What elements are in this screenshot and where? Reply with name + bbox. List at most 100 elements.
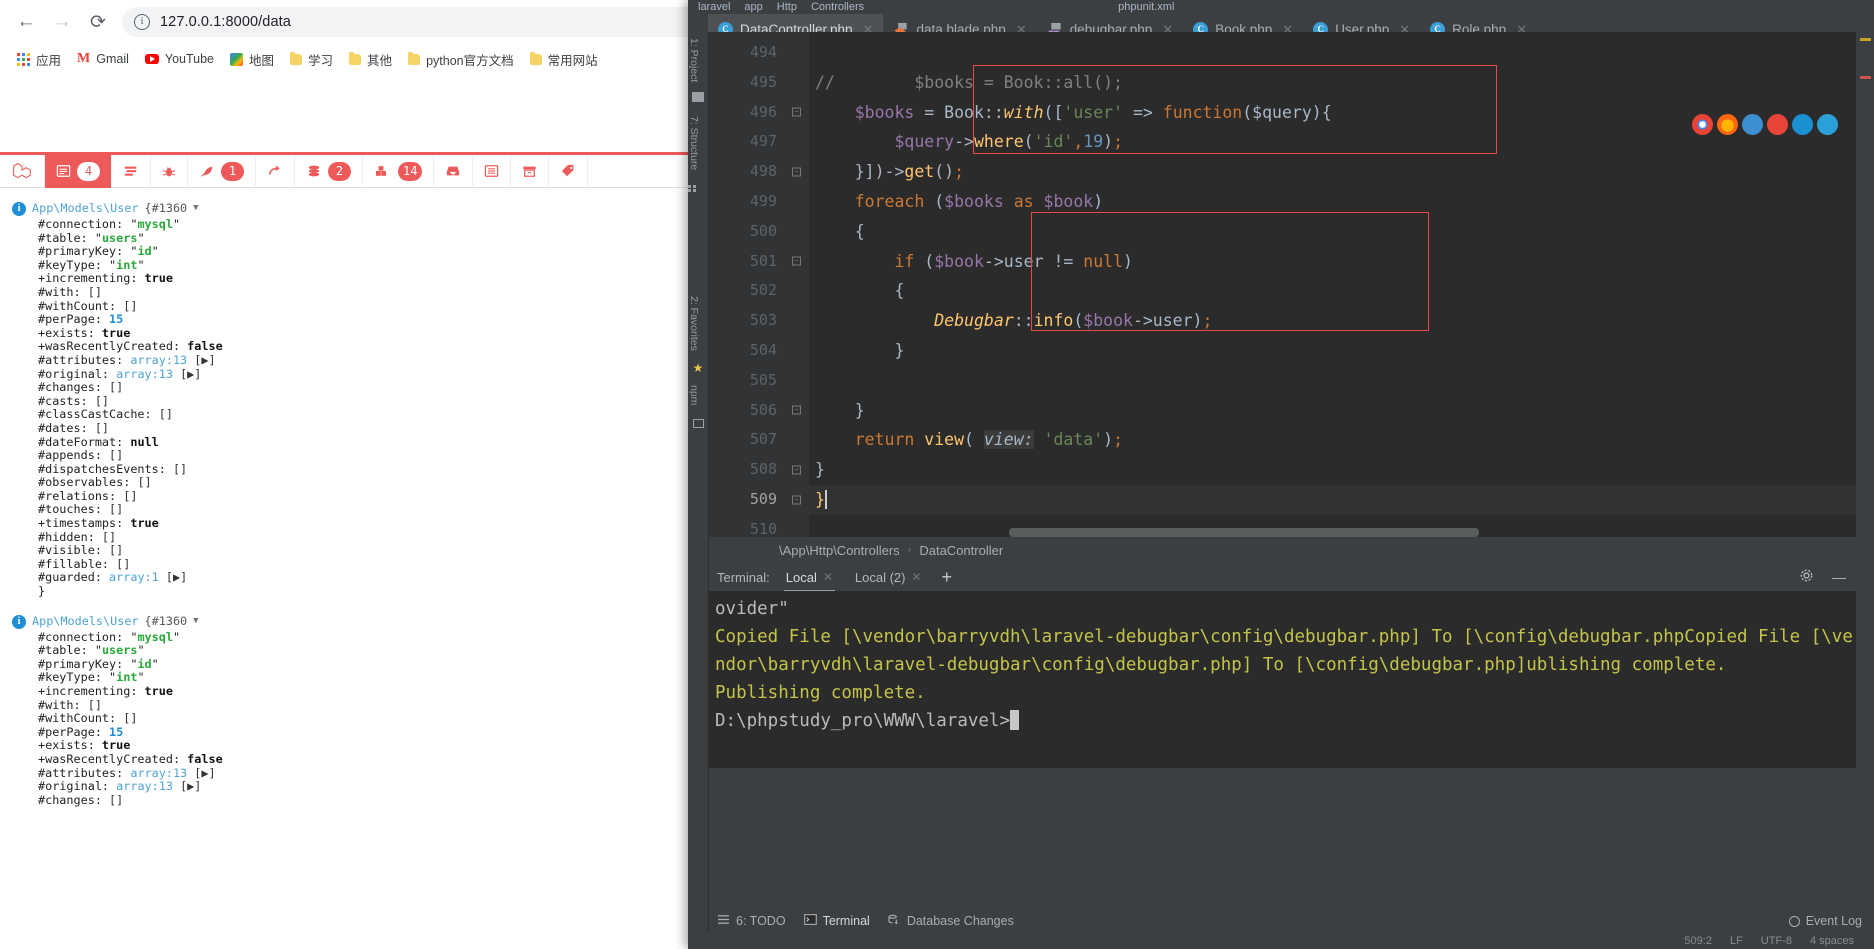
bookmark-youtube[interactable]: YouTube	[138, 49, 221, 69]
tool-window-npm[interactable]: npm	[688, 381, 700, 409]
code-token: ->	[954, 132, 974, 152]
opera-icon[interactable]	[1742, 114, 1763, 135]
address-bar[interactable]: i 127.0.0.1:8000/data	[122, 7, 702, 37]
new-terminal-button[interactable]: +	[942, 567, 953, 588]
debugbar-laravel-logo[interactable]	[0, 154, 45, 188]
code-line[interactable]	[809, 38, 1856, 68]
status-database-changes[interactable]: Database Changes	[888, 914, 1014, 928]
code-line[interactable]: }])->get();	[809, 157, 1856, 187]
code-line[interactable]: return view( view: 'data');	[809, 425, 1856, 455]
terminal-label: Terminal:	[717, 569, 770, 585]
tool-window-project[interactable]: 1: Project	[688, 34, 700, 86]
code-line[interactable]: foreach ($books as $book)	[809, 187, 1856, 217]
chevron-down-icon[interactable]: ▼	[193, 615, 198, 629]
gear-icon[interactable]	[1799, 568, 1822, 586]
indent-setting[interactable]: 4 spaces	[1810, 935, 1854, 947]
close-icon[interactable]: ✕	[823, 570, 833, 584]
debugbar-tab-mails[interactable]	[434, 154, 474, 188]
code-line[interactable]: }	[809, 396, 1856, 426]
debugbar-tab-views[interactable]: 1	[188, 154, 256, 188]
code-token: as	[1013, 191, 1034, 211]
terminal-output[interactable]: ovider" Copied File [\vendor\barryvdh\lar…	[709, 591, 1856, 768]
event-log-button[interactable]: Event Log	[1788, 914, 1862, 928]
editor-horizontal-scrollbar[interactable]	[1009, 528, 1479, 537]
bookmark-gmail[interactable]: M Gmail	[70, 48, 136, 70]
back-button[interactable]: ←	[8, 4, 44, 40]
breadcrumb[interactable]: \App\Http\Controllers › DataController	[709, 537, 1856, 563]
forward-button[interactable]: →	[44, 4, 80, 40]
status-terminal[interactable]: Terminal	[803, 914, 870, 928]
site-info-icon[interactable]: i	[134, 14, 150, 30]
debugbar-tab-session[interactable]	[511, 154, 550, 188]
debugbar-tab-queries[interactable]: 2	[295, 154, 363, 188]
chrome-icon[interactable]	[1692, 114, 1713, 135]
warning-marker[interactable]	[1860, 38, 1871, 41]
bookmark-folder-other[interactable]: 其他	[342, 47, 399, 72]
line-separator[interactable]: LF	[1730, 935, 1743, 947]
apps-grid-icon	[17, 52, 30, 66]
code-fold-icon[interactable]: −	[792, 167, 801, 177]
code-fold-icon[interactable]: −	[792, 465, 801, 475]
debugbar-tab-messages[interactable]: 4	[45, 154, 112, 188]
edge-legacy-icon[interactable]	[1792, 114, 1813, 135]
code-line[interactable]: }	[809, 484, 1856, 515]
tool-window-favorites[interactable]: 2: Favorites	[688, 292, 700, 355]
bookmark-folder-python-docs[interactable]: python官方文档	[401, 47, 521, 72]
archive-icon	[522, 164, 537, 178]
bookmark-maps[interactable]: 地图	[223, 47, 281, 72]
code-line[interactable]: }	[809, 455, 1856, 485]
messages-icon	[56, 164, 71, 178]
debugbar-tab-exceptions[interactable]	[151, 154, 188, 188]
line-number: 507	[749, 430, 777, 449]
editor-right-rail[interactable]	[1856, 32, 1874, 537]
terminal-tab-local-2[interactable]: Local (2) ✕	[849, 567, 928, 588]
event-log-icon	[1788, 915, 1800, 927]
code-line[interactable]: // $books = Book::all();	[809, 68, 1856, 98]
file-encoding[interactable]: UTF-8	[1761, 935, 1792, 947]
code-line[interactable]: {	[809, 276, 1856, 306]
browser-icon[interactable]	[1767, 114, 1788, 135]
code-fold-icon[interactable]: −	[792, 107, 801, 117]
code-token: $books	[944, 191, 1004, 211]
minimize-icon[interactable]: —	[1832, 569, 1856, 585]
chevron-down-icon[interactable]: ▼	[193, 202, 198, 216]
bookmark-apps[interactable]: 应用	[10, 47, 68, 72]
code-editor[interactable]: 494 495 496− 497 498− 499 500 501− 502 503 504 505 5…	[709, 32, 1856, 538]
code-line[interactable]: Debugbar::info($book->user);	[809, 306, 1856, 336]
bookmark-folder-study[interactable]: 学习	[283, 47, 340, 72]
edge-icon[interactable]	[1817, 114, 1838, 135]
code-fold-icon[interactable]: −	[792, 256, 801, 266]
code-fold-icon[interactable]: −	[792, 405, 801, 415]
terminal-tab-local[interactable]: Local ✕	[780, 567, 839, 592]
caret-position[interactable]: 509:2	[1684, 935, 1712, 947]
code-line[interactable]: }	[809, 336, 1856, 366]
code-token: ;	[1202, 311, 1213, 331]
debugbar-tab-request[interactable]	[473, 154, 512, 188]
code-token: !=	[1053, 251, 1084, 271]
phpstorm-window: laravel app Http Controllers phpunit.xml…	[688, 0, 1874, 949]
status-item-label: Terminal	[822, 914, 870, 928]
bookmark-folder-common-sites[interactable]: 常用网站	[523, 47, 605, 72]
line-number: 497	[749, 132, 777, 151]
bookmark-label: 地图	[249, 53, 275, 68]
status-todo[interactable]: 6: TODO	[717, 914, 786, 928]
folder-icon	[529, 51, 542, 65]
reload-button[interactable]: ⟳	[80, 4, 116, 40]
debugbar-tab-tags[interactable]	[549, 154, 589, 188]
code-fold-icon[interactable]: −	[792, 495, 801, 505]
error-marker[interactable]	[1860, 76, 1871, 79]
code-line[interactable]: {	[809, 217, 1856, 247]
code-line[interactable]: if ($book->user != null)	[809, 247, 1856, 277]
tool-window-structure[interactable]: 7: Structure	[688, 112, 700, 174]
code-line[interactable]	[809, 366, 1856, 396]
code-content[interactable]: // $books = Book::all(); $books = Book::…	[809, 32, 1856, 537]
debugbar-tab-route[interactable]	[256, 154, 295, 188]
close-icon[interactable]: ✕	[911, 570, 921, 584]
firefox-icon[interactable]	[1717, 114, 1738, 135]
ide-bottom-strip: 509:2 LF UTF-8 4 spaces	[688, 933, 1874, 949]
debugbar-tab-timeline[interactable]	[112, 154, 151, 188]
debugbar-tab-models[interactable]: 14	[363, 154, 435, 188]
